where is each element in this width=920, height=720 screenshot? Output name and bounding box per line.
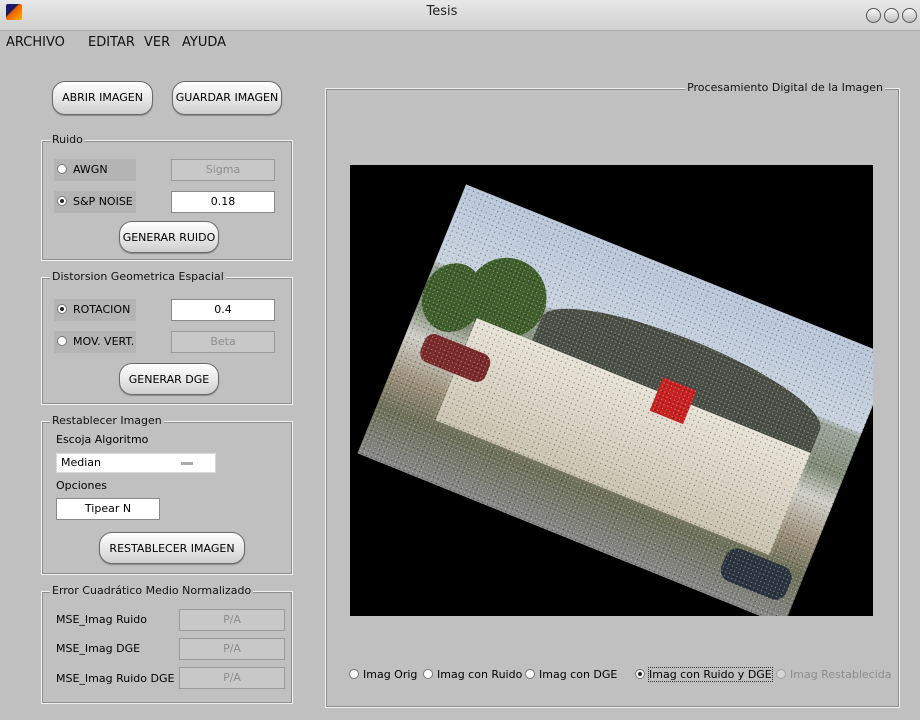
distortion-panel: Distorsion Geometrica Espacial ROTACION …	[41, 270, 293, 405]
menu-ayuda[interactable]: AYUDA	[182, 35, 226, 50]
distortion-panel-title: Distorsion Geometrica Espacial	[50, 270, 226, 283]
maximize-button[interactable]	[884, 8, 899, 23]
mse-panel-title: Error Cuadrático Medio Normalizado	[50, 584, 254, 597]
menu-bar: ARCHIVO EDITAR VER AYUDA	[0, 30, 920, 54]
awgn-label: AWGN	[73, 163, 108, 176]
view-dge-option[interactable]: Imag con DGE	[523, 664, 618, 686]
view-original-label: Imag Orig	[363, 668, 418, 681]
algorithm-label: Escoja Algoritmo	[56, 433, 149, 446]
sigma-input[interactable]: Sigma	[171, 159, 275, 181]
view-restored-option[interactable]: Imag Restablecida	[774, 664, 892, 686]
view-noise-option[interactable]: Imag con Ruido	[421, 664, 523, 686]
open-image-button[interactable]: ABRIR IMAGEN	[52, 81, 153, 115]
option-n-input[interactable]: Tipear N	[56, 498, 160, 520]
view-noise-radio[interactable]	[423, 669, 433, 679]
noise-panel-title: Ruido	[50, 133, 85, 146]
menu-ver[interactable]: VER	[144, 35, 170, 50]
view-restored-radio[interactable]	[776, 669, 786, 679]
mse-noise-label: MSE_Imag Ruido	[56, 613, 147, 626]
awgn-radio[interactable]	[57, 164, 67, 174]
sp-noise-radio[interactable]	[57, 196, 67, 206]
view-original-option[interactable]: Imag Orig	[347, 664, 417, 686]
view-noise-dge-label: Imag con Ruido y DGE	[648, 667, 773, 682]
save-image-button[interactable]: GUARDAR IMAGEN	[172, 81, 282, 115]
mse-noise-dge-value: P/A	[179, 667, 285, 689]
rotation-option[interactable]: ROTACION	[54, 299, 136, 321]
algorithm-select[interactable]: Median	[56, 453, 216, 473]
mse-dge-value: P/A	[179, 638, 285, 660]
view-original-radio[interactable]	[349, 669, 359, 679]
options-label: Opciones	[56, 479, 107, 492]
sp-noise-label: S&P NOISE	[73, 195, 133, 208]
processing-panel-title: Procesamiento Digital de la Imagen	[685, 81, 885, 94]
rotation-radio[interactable]	[57, 304, 67, 314]
generate-noise-button[interactable]: GENERAR RUIDO	[119, 221, 219, 253]
salt-pepper-noise	[357, 184, 873, 616]
rotated-noisy-photo	[357, 184, 873, 616]
image-display	[350, 165, 873, 616]
view-dge-radio[interactable]	[525, 669, 535, 679]
view-noise-label: Imag con Ruido	[437, 668, 523, 681]
awgn-option[interactable]: AWGN	[54, 159, 136, 181]
sp-noise-option[interactable]: S&P NOISE	[54, 191, 136, 213]
view-dge-label: Imag con DGE	[539, 668, 618, 681]
rotation-input[interactable]: 0.4	[171, 299, 275, 321]
noise-panel: Ruido AWGN Sigma S&P NOISE 0.18 GENERAR …	[41, 133, 293, 261]
vertical-move-option[interactable]: MOV. VERT.	[54, 331, 136, 353]
restore-image-button[interactable]: RESTABLECER IMAGEN	[99, 532, 245, 564]
menu-editar[interactable]: EDITAR	[88, 35, 135, 50]
minimize-button[interactable]	[866, 8, 881, 23]
mse-panel: Error Cuadrático Medio Normalizado MSE_I…	[41, 584, 293, 704]
rotation-label: ROTACION	[73, 303, 131, 316]
mse-noise-value: P/A	[179, 609, 285, 631]
window-titlebar: Tesis	[0, 0, 920, 31]
view-noise-dge-radio[interactable]	[635, 669, 645, 679]
dropdown-arrow-icon	[181, 462, 193, 465]
vertical-move-radio[interactable]	[57, 336, 67, 346]
sp-noise-input[interactable]: 0.18	[171, 191, 275, 213]
window-title: Tesis	[426, 4, 458, 19]
view-restored-label: Imag Restablecida	[790, 668, 892, 681]
restore-panel: Restablecer Imagen Escoja Algoritmo Medi…	[41, 414, 293, 575]
beta-input[interactable]: Beta	[171, 331, 275, 353]
generate-dge-button[interactable]: GENERAR DGE	[119, 363, 219, 395]
view-noise-dge-option[interactable]: Imag con Ruido y DGE	[633, 664, 773, 686]
algorithm-select-value: Median	[61, 456, 102, 469]
vertical-move-label: MOV. VERT.	[73, 335, 135, 348]
mse-noise-dge-label: MSE_Imag Ruido DGE	[56, 672, 175, 685]
mse-dge-label: MSE_Imag DGE	[56, 642, 141, 655]
close-button[interactable]	[902, 8, 917, 23]
menu-archivo[interactable]: ARCHIVO	[6, 35, 65, 50]
restore-panel-title: Restablecer Imagen	[50, 414, 164, 427]
